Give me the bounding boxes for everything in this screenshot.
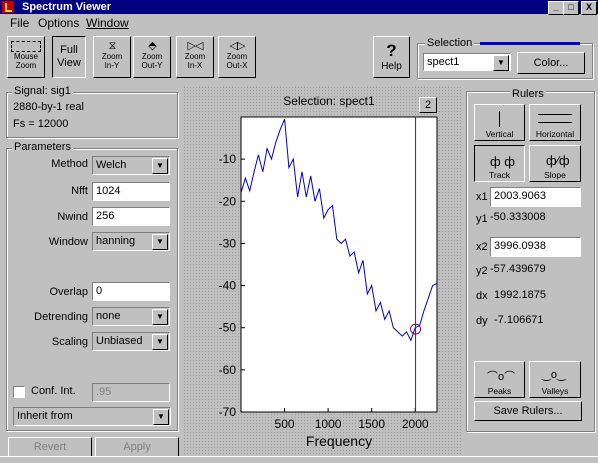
chevron-down-icon: ▼: [153, 409, 169, 425]
detrending-label: Detrending: [34, 311, 88, 323]
menu-window[interactable]: Window: [86, 16, 129, 30]
horizontal-ruler-icon: [538, 114, 572, 115]
selection-dropdown[interactable]: spect1 ▼: [423, 53, 511, 71]
dy-label: dy: [476, 315, 488, 327]
selection-title: Selection: [425, 37, 475, 49]
nwind-field[interactable]: 256: [92, 207, 170, 226]
conf-int-field[interactable]: .95: [92, 383, 170, 402]
app-icon: [2, 1, 14, 13]
rulers-title: Rulers: [510, 88, 546, 100]
zoom-out-y-icon: ⬘: [148, 40, 156, 52]
selection-color-swatch: [480, 42, 580, 45]
peaks-icon: ⌒o⌒: [487, 371, 516, 383]
y-tick-label: -50: [219, 321, 237, 335]
slope-rulers-button[interactable]: ф⁄ф Slope: [529, 145, 581, 182]
signal-name: Signal: sig1: [12, 85, 73, 97]
nfft-field[interactable]: 1024: [92, 182, 170, 201]
valleys-icon: ‿o‿: [542, 369, 566, 381]
mouse-zoom-button[interactable]: Mouse Zoom: [7, 36, 45, 78]
signal-fs: Fs = 12000: [13, 118, 69, 130]
menu-file[interactable]: File: [10, 16, 29, 30]
window-dropdown[interactable]: hanning ▼: [92, 232, 170, 251]
conf-int-checkbox[interactable]: [13, 386, 25, 398]
menu-bar: File Options Window: [0, 14, 598, 33]
dx-value: 1992.1875: [494, 289, 546, 301]
save-rulers-button[interactable]: Save Rulers...: [474, 401, 582, 421]
scaling-dropdown[interactable]: Unbiased ▼: [92, 332, 170, 351]
y2-label: y2: [476, 265, 488, 277]
x1-field[interactable]: 2003.9063: [490, 187, 581, 207]
maximize-button[interactable]: □: [563, 1, 579, 15]
nwind-label: Nwind: [57, 211, 88, 223]
track-icon: ф ф: [490, 154, 516, 169]
y-tick-label: -40: [219, 279, 237, 293]
plot-title: Selection: spect1: [283, 94, 375, 108]
title-bar: Spectrum Viewer _ □ X: [0, 0, 598, 15]
zoom-in-x-icon: ▷◁: [187, 40, 204, 52]
x-tick-label: 1500: [358, 417, 385, 431]
x1-label: x1: [476, 191, 488, 203]
zoom-out-y-button[interactable]: ⬘ Zoom Out-Y: [133, 36, 171, 78]
peaks-button[interactable]: ⌒o⌒ Peaks: [474, 361, 525, 398]
x-tick-label: 1000: [315, 417, 342, 431]
signal-size: 2880-by-1 real: [13, 101, 84, 113]
menu-options[interactable]: Options: [38, 16, 79, 30]
vertical-rulers-button[interactable]: Vertical: [474, 104, 525, 141]
method-dropdown[interactable]: Welch ▼: [92, 156, 170, 175]
window-title: Spectrum Viewer: [22, 1, 112, 13]
zoom-out-x-icon: ◁▷: [229, 40, 246, 52]
chevron-down-icon: ▼: [152, 234, 168, 250]
taskbar: [0, 456, 598, 463]
conf-int-label: Conf. Int.: [31, 385, 76, 397]
zoom-in-x-button[interactable]: ▷◁ Zoom In-X: [176, 36, 214, 78]
x2-label: x2: [476, 241, 488, 253]
color-button[interactable]: Color...: [517, 52, 585, 74]
chevron-down-icon: ▼: [493, 55, 509, 71]
zoom-out-x-button[interactable]: ◁▷ Zoom Out-X: [218, 36, 256, 78]
chevron-down-icon: ▼: [152, 334, 168, 350]
y-tick-label: -70: [219, 405, 237, 419]
detrending-dropdown[interactable]: none ▼: [92, 307, 170, 326]
track-rulers-button[interactable]: ф ф Track: [474, 145, 525, 182]
dx-label: dx: [476, 290, 488, 302]
revert-button[interactable]: Revert: [8, 437, 92, 457]
x-tick-label: 500: [275, 417, 295, 431]
mouse-zoom-icon: [11, 41, 41, 52]
minimize-button[interactable]: _: [548, 1, 564, 15]
zoom-in-y-button[interactable]: ⧖ Zoom In-Y: [93, 36, 131, 78]
close-button[interactable]: X: [581, 1, 597, 15]
y2-value: -57.439679: [490, 263, 546, 275]
x2-field[interactable]: 3996.0938: [490, 237, 581, 257]
x-tick-label: 2000: [402, 417, 429, 431]
chevron-down-icon: ▼: [152, 309, 168, 325]
dy-value: -7.106671: [494, 314, 544, 326]
vertical-ruler-icon: [499, 111, 500, 127]
help-button[interactable]: ? Help: [373, 36, 410, 78]
slope-icon: ф⁄ф: [546, 153, 570, 168]
chevron-down-icon: ▼: [152, 158, 168, 174]
horizontal-rulers-button[interactable]: Horizontal: [529, 104, 581, 141]
y1-value: -50.333008: [490, 211, 546, 223]
y-tick-label: -20: [219, 194, 237, 208]
inherit-dropdown[interactable]: Inherit from ▼: [13, 407, 171, 426]
overlap-label: Overlap: [49, 286, 88, 298]
y-tick-label: -60: [219, 363, 237, 377]
y-tick-label: -30: [219, 236, 237, 250]
y-tick-label: -10: [219, 152, 237, 166]
apply-button[interactable]: Apply: [95, 437, 179, 457]
scaling-label: Scaling: [51, 336, 88, 348]
spectrum-chart: -10 -20 -30 -40 -50 -60 -70 500 1000 1500 2000 Fr…: [219, 116, 438, 449]
overlap-field[interactable]: 0: [92, 282, 170, 301]
full-view-button[interactable]: Full View: [52, 36, 86, 78]
help-icon: ?: [386, 41, 397, 60]
zoom-in-y-icon: ⧖: [108, 40, 117, 52]
method-label: Method: [51, 158, 88, 170]
nfft-label: Nfft: [71, 185, 88, 197]
window-label: Window: [48, 236, 88, 248]
signal-group: [6, 92, 178, 138]
parameters-title: Parameters: [12, 141, 73, 153]
x-axis-label: Frequency: [306, 433, 372, 449]
valleys-button[interactable]: ‿o‿ Valleys: [529, 361, 581, 398]
y1-label: y1: [476, 213, 488, 225]
